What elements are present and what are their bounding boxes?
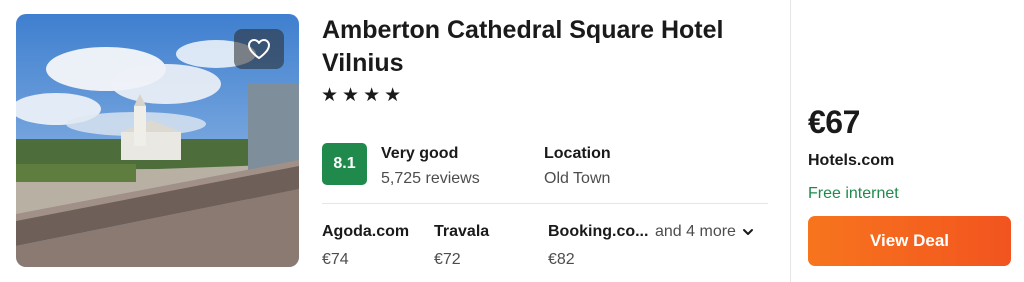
provider-price: €82: [548, 251, 575, 268]
favorite-button[interactable]: [234, 29, 284, 69]
more-providers-button[interactable]: and 4 more: [655, 223, 754, 241]
location-value: Old Town: [544, 170, 611, 187]
more-providers-label: and 4 more: [655, 223, 736, 240]
deal-site: Hotels.com: [808, 152, 895, 169]
provider-price: €74: [322, 251, 349, 268]
view-deal-button[interactable]: View Deal: [808, 216, 1011, 266]
provider-name: Agoda.com: [322, 223, 410, 240]
provider-name: Booking.co...: [548, 223, 649, 240]
hotel-result-card[interactable]: Amberton Cathedral Square Hotel Vilnius …: [0, 0, 1024, 282]
chevron-down-icon: [742, 229, 753, 235]
rating-label: Very good: [381, 145, 459, 162]
heart-outline-icon: [248, 39, 270, 59]
hotel-name[interactable]: Amberton Cathedral Square Hotel Vilnius: [322, 14, 742, 80]
provider-travala[interactable]: Travala €72: [434, 223, 489, 269]
star-rating: ★★★★: [321, 85, 406, 106]
deal-perk: Free internet: [808, 185, 899, 202]
location-label: Location: [544, 145, 611, 162]
deal-price: €67: [808, 104, 860, 140]
provider-agoda[interactable]: Agoda.com €74: [322, 223, 409, 269]
provider-price: €72: [434, 251, 461, 268]
divider: [322, 203, 768, 204]
review-count[interactable]: 5,725 reviews: [381, 170, 480, 188]
column-divider: [790, 0, 791, 282]
provider-name: Travala: [434, 223, 490, 240]
review-score-badge: 8.1: [322, 143, 367, 185]
provider-booking[interactable]: Booking.co... €82: [548, 223, 648, 269]
